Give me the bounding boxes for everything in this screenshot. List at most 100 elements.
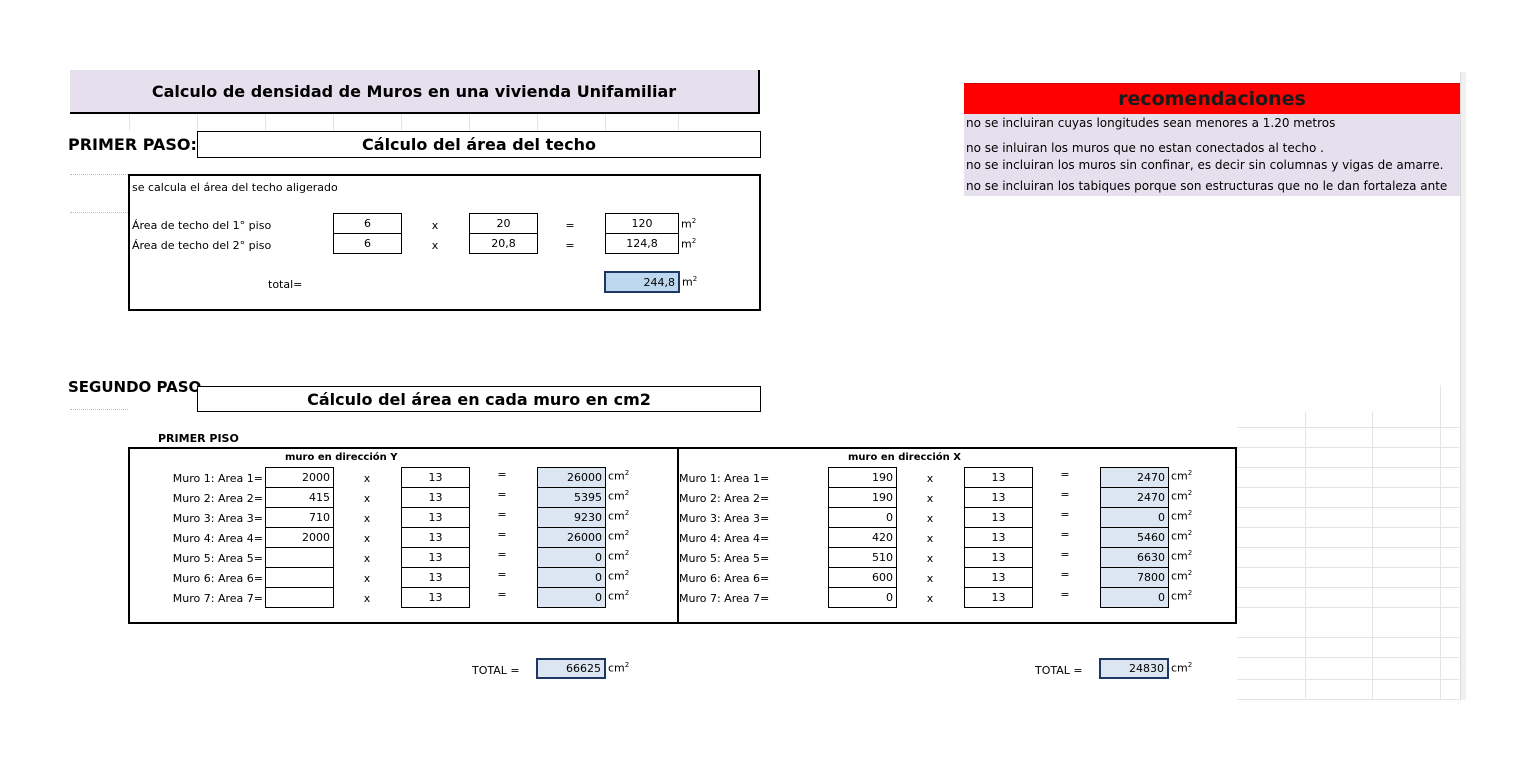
wall-dir_x-3-label: Muro 3: Area 3= xyxy=(679,512,770,525)
wall-dir_x-5-eq: = xyxy=(1060,548,1070,561)
wall-dir_y-1-label: Muro 1: Area 1= xyxy=(172,472,263,485)
wall-dir_x-2-label: Muro 2: Area 2= xyxy=(679,492,770,505)
dir-y-title: muro en dirección Y xyxy=(285,452,398,463)
wall-dir_y-4-length[interactable]: 2000 xyxy=(265,527,334,548)
wall-dir_x-1-area[interactable]: 2470 xyxy=(1100,467,1169,488)
recommendation-item: no se incluiran los tabiques porque son … xyxy=(966,179,1448,193)
wall-dir_x-3-eq: = xyxy=(1060,508,1070,521)
wall-dir_x-5-area[interactable]: 6630 xyxy=(1100,547,1169,568)
roof-row-2-length[interactable]: 20,8 xyxy=(469,233,538,254)
wall-dir_x-4-thickness[interactable]: 13 xyxy=(964,527,1033,548)
wall-dir_x-5-thickness[interactable]: 13 xyxy=(964,547,1033,568)
dir-y-total-unit: cm2 xyxy=(608,661,630,675)
wall-dir_y-3-eq: = xyxy=(497,508,507,521)
wall-dir_y-6-eq: = xyxy=(497,568,507,581)
wall-dir_y-3-label: Muro 3: Area 3= xyxy=(172,512,263,525)
wall-dir_y-3-length[interactable]: 710 xyxy=(265,507,334,528)
wall-dir_x-3-length[interactable]: 0 xyxy=(828,507,897,528)
wall-dir_x-1-thickness[interactable]: 13 xyxy=(964,467,1033,488)
wall-dir_y-3-unit: cm2 xyxy=(608,509,630,523)
wall-dir_y-1-length[interactable]: 2000 xyxy=(265,467,334,488)
wall-dir_x-2-thickness[interactable]: 13 xyxy=(964,487,1033,508)
wall-dir_x-2-op: x xyxy=(926,492,934,505)
wall-dir_y-7-length[interactable] xyxy=(265,587,334,608)
wall-dir_y-2-thickness[interactable]: 13 xyxy=(401,487,470,508)
wall-dir_y-6-label: Muro 6: Area 6= xyxy=(172,572,263,585)
wall-dir_y-7-thickness[interactable]: 13 xyxy=(401,587,470,608)
wall-dir_y-1-area[interactable]: 26000 xyxy=(537,467,606,488)
wall-dir_y-3-thickness[interactable]: 13 xyxy=(401,507,470,528)
wall-dir_x-4-length[interactable]: 420 xyxy=(828,527,897,548)
step2-heading: Cálculo del área en cada muro en cm2 xyxy=(197,386,761,412)
wall-dir_y-1-unit: cm2 xyxy=(608,469,630,483)
roof-row-2-eq: = xyxy=(565,239,575,252)
wall-dir_x-5-length[interactable]: 510 xyxy=(828,547,897,568)
wall-dir_x-4-label: Muro 4: Area 4= xyxy=(679,532,770,545)
wall-dir_x-5-unit: cm2 xyxy=(1171,549,1193,563)
wall-dir_x-5-op: x xyxy=(926,552,934,565)
wall-dir_x-4-unit: cm2 xyxy=(1171,529,1193,543)
wall-dir_x-6-area[interactable]: 7800 xyxy=(1100,567,1169,588)
wall-dir_y-6-area[interactable]: 0 xyxy=(537,567,606,588)
wall-dir_x-3-thickness[interactable]: 13 xyxy=(964,507,1033,528)
wall-dir_y-2-eq: = xyxy=(497,488,507,501)
page-title: Calculo de densidad de Muros en una vivi… xyxy=(70,70,760,114)
dir-y-total-label: TOTAL = xyxy=(472,664,520,677)
wall-dir_y-5-thickness[interactable]: 13 xyxy=(401,547,470,568)
wall-dir_x-2-area[interactable]: 2470 xyxy=(1100,487,1169,508)
wall-dir_x-6-unit: cm2 xyxy=(1171,569,1193,583)
roof-row-1-width[interactable]: 6 xyxy=(333,213,402,234)
dir-x-total-value[interactable]: 24830 xyxy=(1099,658,1169,679)
wall-dir_x-7-op: x xyxy=(926,592,934,605)
roof-row-1-result[interactable]: 120 xyxy=(605,213,679,234)
wall-dir_x-7-thickness[interactable]: 13 xyxy=(964,587,1033,608)
wall-dir_y-4-unit: cm2 xyxy=(608,529,630,543)
wall-dir_x-4-eq: = xyxy=(1060,528,1070,541)
recommendations-list: no se incluiran cuyas longitudes sean me… xyxy=(964,114,1460,196)
wall-dir_y-7-op: x xyxy=(363,592,371,605)
wall-dir_y-5-area[interactable]: 0 xyxy=(537,547,606,568)
wall-dir_x-6-op: x xyxy=(926,572,934,585)
wall-dir_y-2-area[interactable]: 5395 xyxy=(537,487,606,508)
wall-dir_x-7-length[interactable]: 0 xyxy=(828,587,897,608)
wall-dir_x-6-thickness[interactable]: 13 xyxy=(964,567,1033,588)
wall-dir_x-5-label: Muro 5: Area 5= xyxy=(679,552,770,565)
step2-label: SEGUNDO PASO xyxy=(68,378,202,392)
wall-dir_y-2-op: x xyxy=(363,492,371,505)
wall-dir_y-6-thickness[interactable]: 13 xyxy=(401,567,470,588)
wall-dir_x-3-area[interactable]: 0 xyxy=(1100,507,1169,528)
wall-dir_x-6-label: Muro 6: Area 6= xyxy=(679,572,770,585)
roof-row-1-eq: = xyxy=(565,219,575,232)
roof-total-value[interactable]: 244,8 xyxy=(604,271,680,293)
wall-dir_y-4-area[interactable]: 26000 xyxy=(537,527,606,548)
floor-label: PRIMER PISO xyxy=(158,432,239,445)
wall-dir_y-6-length[interactable] xyxy=(265,567,334,588)
roof-row-1-length[interactable]: 20 xyxy=(469,213,538,234)
roof-row-2-width[interactable]: 6 xyxy=(333,233,402,254)
step1-heading: Cálculo del área del techo xyxy=(197,131,761,158)
wall-dir_y-4-eq: = xyxy=(497,528,507,541)
wall-dir_y-7-eq: = xyxy=(497,588,507,601)
roof-row-1-label: Área de techo del 1° piso xyxy=(132,219,272,232)
wall-dir_y-5-op: x xyxy=(363,552,371,565)
wall-dir_x-3-unit: cm2 xyxy=(1171,509,1193,523)
wall-dir_x-1-length[interactable]: 190 xyxy=(828,467,897,488)
wall-dir_x-7-area[interactable]: 0 xyxy=(1100,587,1169,608)
recommendations-title: recomendaciones xyxy=(964,83,1460,114)
wall-dir_x-6-length[interactable]: 600 xyxy=(828,567,897,588)
wall-dir_y-4-thickness[interactable]: 13 xyxy=(401,527,470,548)
roof-row-2-result[interactable]: 124,8 xyxy=(605,233,679,254)
wall-dir_x-2-length[interactable]: 190 xyxy=(828,487,897,508)
wall-dir_y-2-unit: cm2 xyxy=(608,489,630,503)
dir-y-total-value[interactable]: 66625 xyxy=(536,658,606,679)
wall-dir_y-5-unit: cm2 xyxy=(608,549,630,563)
wall-dir_y-5-length[interactable] xyxy=(265,547,334,568)
vertical-scrollbar[interactable] xyxy=(1460,72,1466,700)
wall-dir_x-4-area[interactable]: 5460 xyxy=(1100,527,1169,548)
wall-dir_y-2-length[interactable]: 415 xyxy=(265,487,334,508)
wall-dir_y-3-area[interactable]: 9230 xyxy=(537,507,606,528)
wall-dir_y-7-area[interactable]: 0 xyxy=(537,587,606,608)
wall-dir_y-7-label: Muro 7: Area 7= xyxy=(172,592,263,605)
wall-dir_y-1-thickness[interactable]: 13 xyxy=(401,467,470,488)
roof-total-label: total= xyxy=(268,278,303,291)
